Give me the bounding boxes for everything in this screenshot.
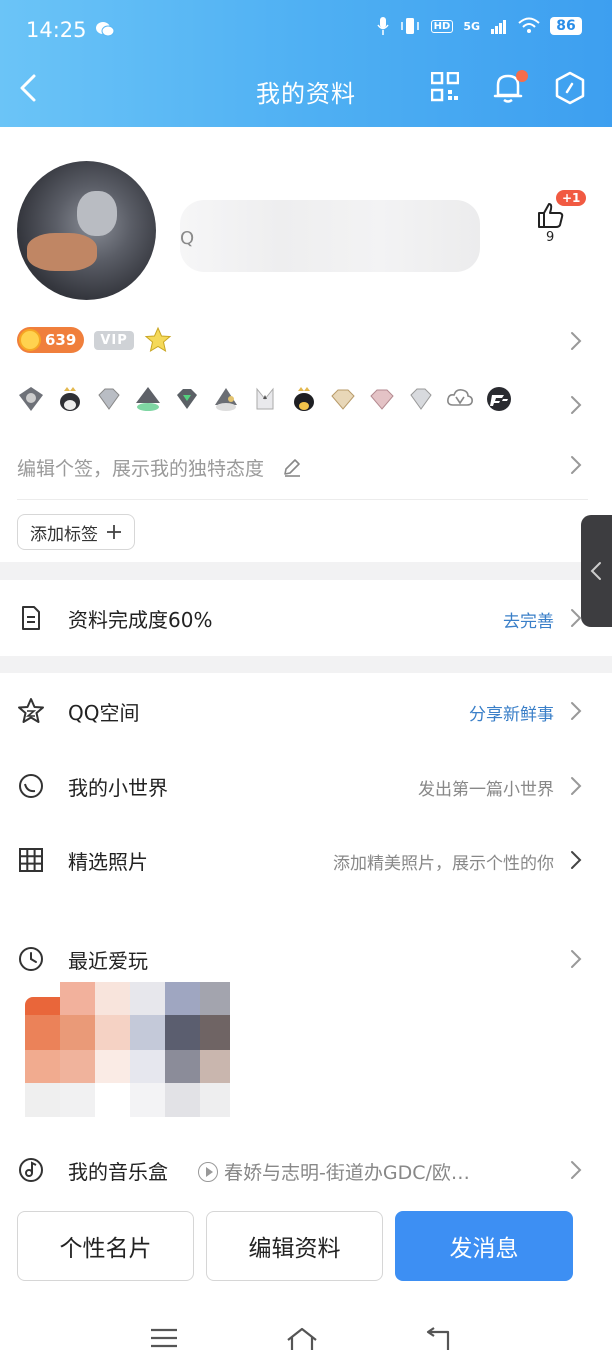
system-nav-bar: [0, 1318, 612, 1350]
qzone-label: QQ空间: [68, 701, 140, 725]
crown-penguin-icon: [60, 387, 80, 411]
featured-photos-hint: 添加精美照片，展示个性的你: [333, 854, 554, 874]
avatar-face: [77, 191, 117, 236]
small-world-row[interactable]: 我的小世界 发出第一篇小世界: [0, 758, 612, 814]
divider: [17, 499, 588, 500]
qr-code-icon[interactable]: [431, 72, 459, 102]
pink-diamond-icon: [370, 389, 394, 410]
shield-settings-icon[interactable]: [555, 71, 585, 105]
completion-chevron-icon: [571, 609, 582, 627]
like-plus-badge: +1: [556, 190, 587, 206]
section-gap-2: [0, 656, 612, 673]
signature-placeholder: 编辑个签，展示我的独特态度: [17, 458, 265, 480]
header: 14:25 HD 5G 86 我的资料: [0, 0, 612, 127]
tuxedo-icon: [256, 387, 274, 410]
grid-icon: [19, 848, 43, 872]
home-icon[interactable]: [286, 1326, 318, 1350]
green-penguin-icon: [136, 387, 160, 411]
music-box-chevron-icon: [571, 1161, 582, 1179]
gold-diamond-icon: [331, 389, 355, 410]
medal-row-chevron-icon[interactable]: [569, 394, 583, 416]
wechat-notification-icon: [96, 22, 115, 37]
status-icons: HD 5G 86: [377, 16, 582, 36]
status-bar: 14:25 HD 5G 86: [0, 0, 612, 60]
like-count: 9: [546, 230, 555, 245]
complete-profile-link[interactable]: 去完善: [503, 607, 554, 632]
hat-penguin-icon: [215, 388, 237, 411]
notification-dot: [516, 70, 528, 82]
completion-label: 资料完成度60%: [68, 608, 213, 632]
crown-black-penguin-icon: [294, 387, 314, 411]
qzone-chevron-icon: [571, 702, 582, 720]
network-label: 5G: [463, 19, 480, 33]
edit-profile-button[interactable]: 编辑资料: [206, 1211, 383, 1281]
add-tag-button[interactable]: 添加标签: [17, 514, 135, 550]
green-diamond-icon: [177, 389, 197, 409]
plus-icon: [107, 525, 121, 539]
document-icon: [22, 606, 40, 630]
white-diamond-icon: [410, 388, 432, 410]
signal-icon: [491, 20, 506, 34]
profile-completion-row[interactable]: 资料完成度60% 去完善: [0, 590, 612, 646]
recent-game-thumbnail-blurred[interactable]: [25, 982, 305, 1117]
signature-chevron-icon[interactable]: [569, 454, 583, 476]
small-world-hint: 发出第一篇小世界: [418, 780, 554, 800]
signature-field[interactable]: 编辑个签，展示我的独特态度: [17, 454, 302, 481]
small-world-icon: [19, 774, 43, 798]
hd-icon: HD: [430, 19, 454, 33]
coin-badge: 639: [17, 327, 85, 353]
featured-photos-row[interactable]: 精选照片 添加精美照片，展示个性的你: [0, 832, 612, 888]
music-box-label: 我的音乐盒: [68, 1160, 168, 1184]
small-world-chevron-icon: [571, 777, 582, 795]
pencil-icon: [284, 459, 301, 477]
qzone-star-icon: [18, 698, 44, 723]
coin-icon: [19, 329, 41, 351]
music-track-title: 春娇与志明-街道办GDC/欧…: [224, 1162, 470, 1184]
add-tag-label: 添加标签: [30, 524, 98, 545]
recent-games-label: 最近爱玩: [68, 949, 148, 973]
personal-card-button[interactable]: 个性名片: [17, 1211, 194, 1281]
game-logo-icon: [487, 387, 511, 411]
vip-badge: VIP: [94, 330, 134, 350]
avatar[interactable]: [17, 161, 156, 300]
cloud-v-icon: [447, 389, 473, 406]
recent-games-chevron-icon: [571, 950, 582, 968]
music-disc-icon: [19, 1158, 43, 1182]
battery-icon: 86: [550, 17, 582, 35]
wifi-icon: [518, 17, 540, 33]
clock-icon: [19, 947, 43, 971]
star-icon: [144, 326, 172, 353]
medal-row[interactable]: [17, 385, 513, 413]
coin-count: 639: [45, 331, 77, 349]
music-track[interactable]: 春娇与志明-街道办GDC/欧…: [198, 1158, 470, 1185]
badge-row[interactable]: 639 VIP: [17, 326, 172, 354]
menu-icon[interactable]: [150, 1326, 178, 1350]
qzone-hint: 分享新鲜事: [469, 705, 554, 725]
vibrate-icon: [400, 18, 419, 34]
qzone-row[interactable]: QQ空间 分享新鲜事: [0, 683, 612, 739]
featured-photos-label: 精选照片: [68, 850, 148, 874]
send-message-button[interactable]: 发消息: [395, 1211, 573, 1281]
badge-row-chevron-icon[interactable]: [569, 330, 583, 352]
penguin-medal-icon: [19, 387, 43, 411]
featured-photos-chevron-icon: [571, 851, 582, 869]
nickname-prefix: Q: [180, 228, 195, 249]
section-gap: [0, 562, 612, 580]
microphone-icon: [377, 17, 389, 35]
recent-games-row[interactable]: 最近爱玩: [0, 931, 612, 987]
silver-diamond-icon: [98, 388, 120, 410]
play-icon[interactable]: [198, 1161, 218, 1182]
chevron-left-icon: [590, 562, 601, 580]
back-nav-icon[interactable]: [426, 1326, 454, 1350]
small-world-label: 我的小世界: [68, 776, 168, 800]
notification-bell-button[interactable]: [492, 70, 528, 108]
avatar-dog: [27, 233, 97, 271]
status-time: 14:25: [26, 18, 87, 42]
nickname-blurred[interactable]: Q: [180, 200, 480, 272]
